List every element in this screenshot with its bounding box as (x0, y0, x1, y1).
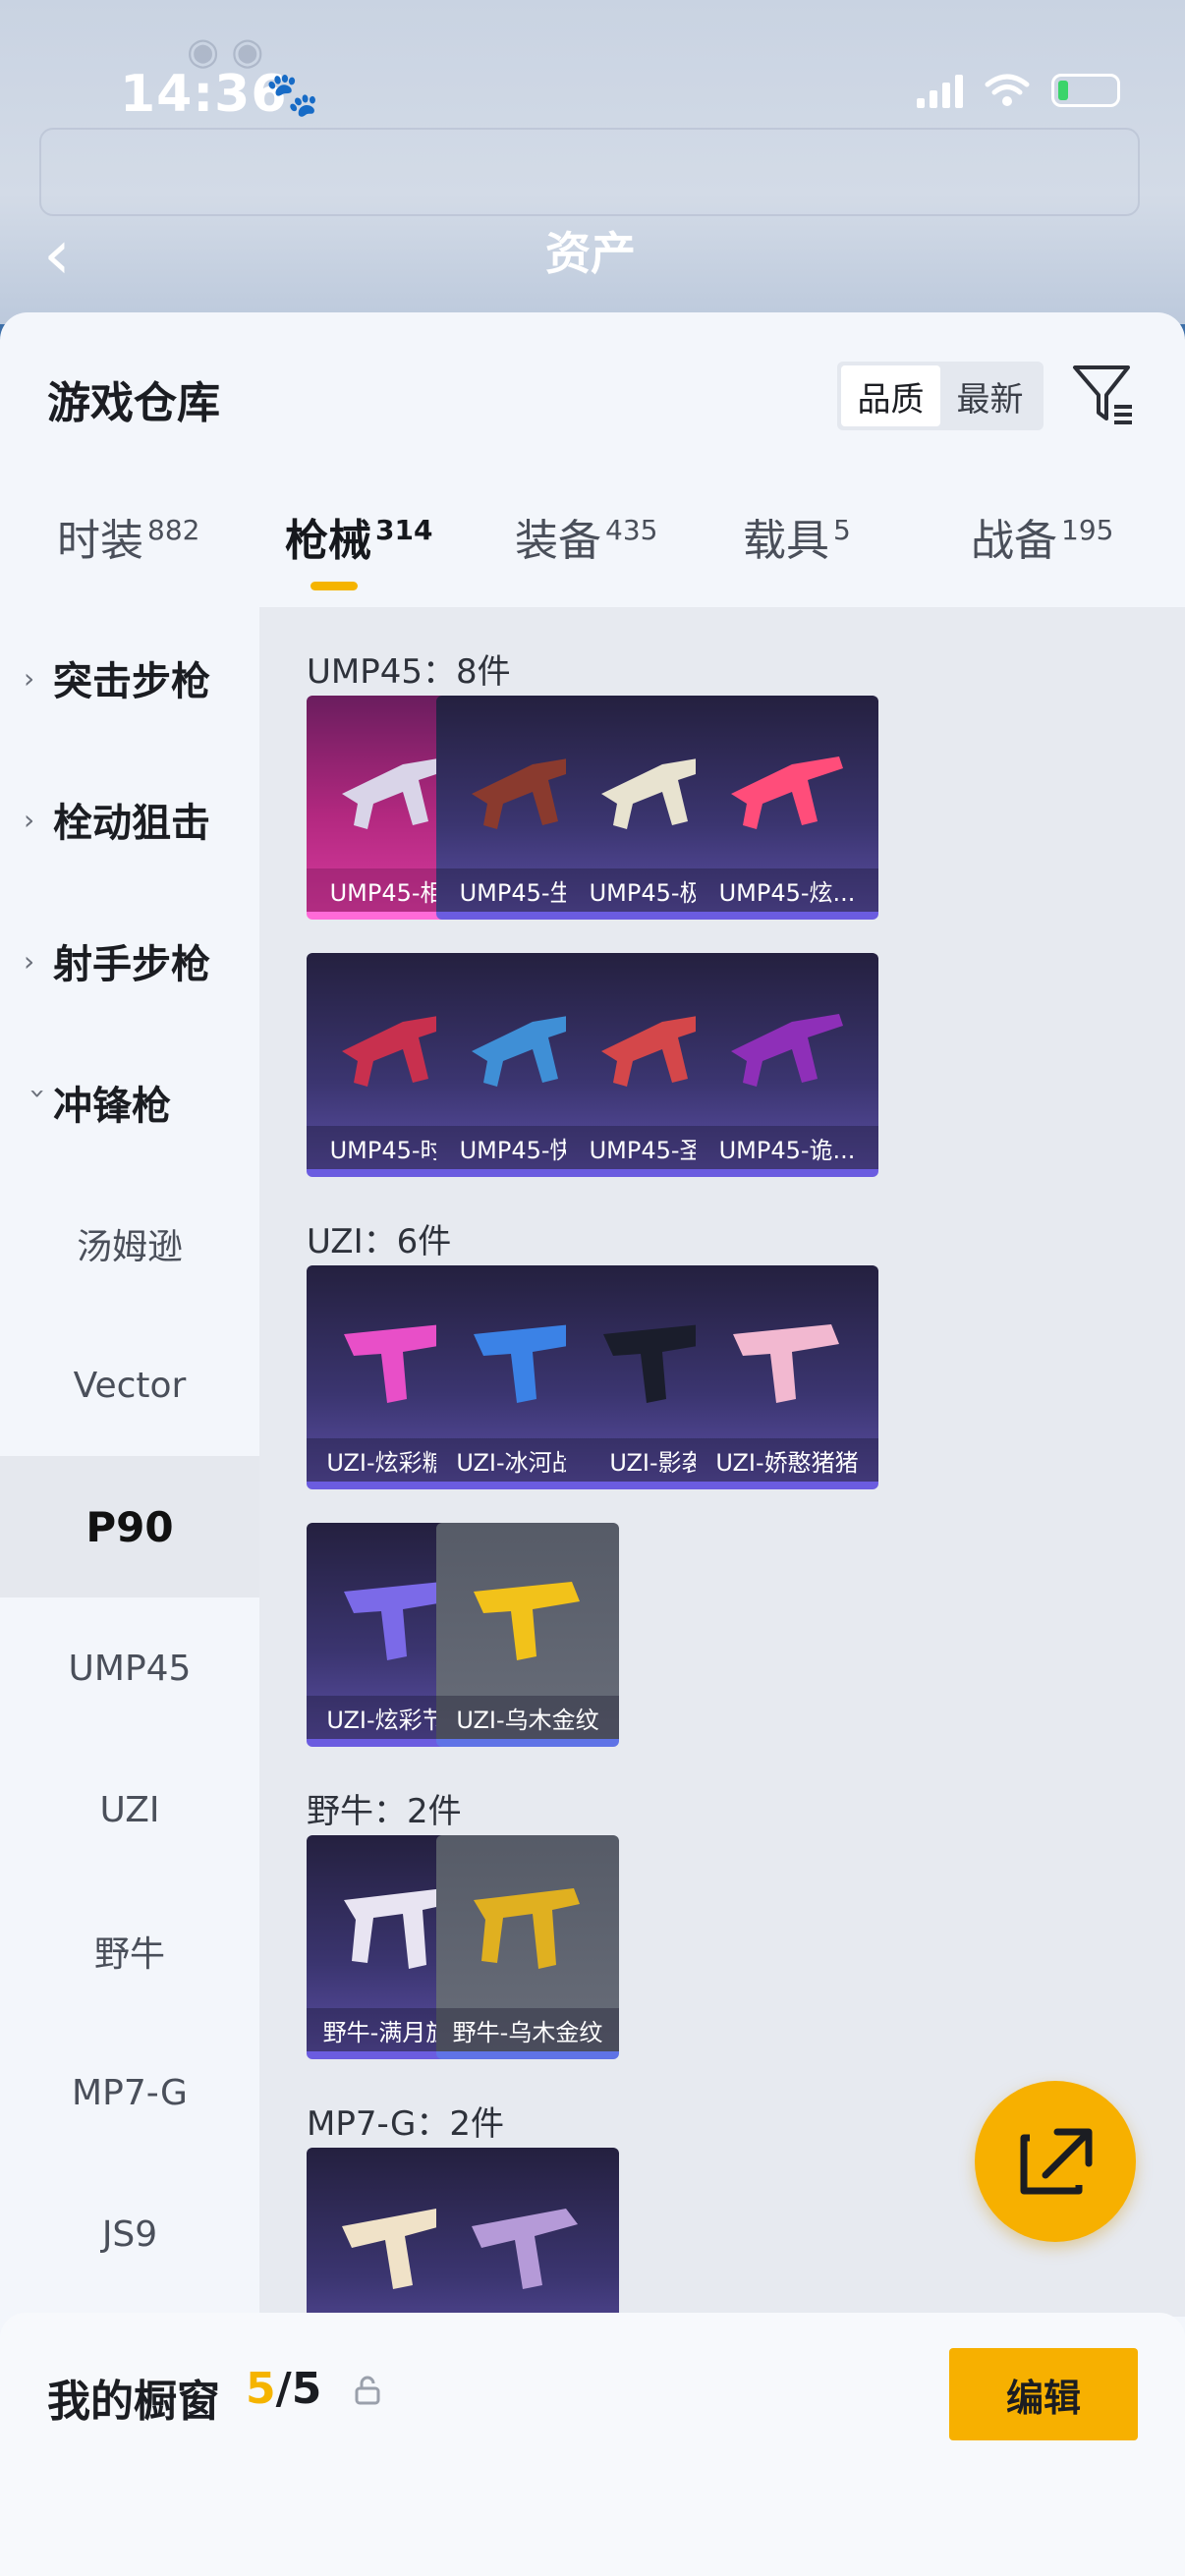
tab-fashion[interactable]: 时装 882 (57, 505, 199, 568)
sidebar-item-bizon[interactable]: 野牛 (0, 1880, 259, 2022)
weapon-card[interactable] (436, 2148, 619, 2317)
paw-icon: 🐾 (265, 70, 319, 120)
group-title-mp7g: MP7-G：2件 (307, 2104, 504, 2144)
gun-icon (472, 2209, 578, 2289)
sidebar-category-marksman-rifle[interactable]: › 射手步枪 (0, 890, 259, 1032)
sidebar-item-vector[interactable]: Vector (0, 1315, 259, 1456)
chevron-right-icon: › (24, 803, 35, 836)
sidebar-category-label: 突击步枪 (53, 659, 210, 704)
tab-label: 时装 (57, 516, 143, 566)
gun-icon (731, 756, 843, 829)
sidebar-item-p90[interactable]: P90 (0, 1456, 259, 1597)
sidebar-category-assault-rifle[interactable]: › 突击步枪 (0, 607, 259, 749)
tab-equipment[interactable]: 装备 435 (515, 505, 657, 568)
sort-option-newest[interactable]: 最新 (940, 365, 1040, 426)
sidebar-category-smg[interactable]: › 冲锋枪 (0, 1032, 259, 1173)
weapon-grid: UMP45：8件 5级 UMP45-相... UMP45-生... UMP45-… (259, 607, 1185, 2317)
lock-icon (355, 2376, 380, 2405)
tab-count: 314 (375, 514, 433, 547)
tab-count: 5 (833, 514, 851, 547)
sort-toggle: 品质 最新 (837, 362, 1044, 430)
showcase-separator: / (275, 2364, 292, 2414)
status-time: 14:36 (120, 65, 288, 124)
status-icons (917, 73, 1120, 108)
back-arrow-icon[interactable]: ‹ (43, 214, 71, 295)
tab-label: 载具 (743, 516, 829, 566)
gun-icon (731, 1014, 843, 1087)
weapon-card[interactable]: UZI-乌木金纹 (436, 1523, 619, 1747)
sidebar-category-label: 冲锋枪 (53, 1084, 171, 1129)
showcase-title: 我的橱窗 (47, 2377, 220, 2427)
weapon-card[interactable]: 野牛-乌木金纹 (436, 1835, 619, 2059)
weapon-sidebar: › 突击步枪 › 栓动狙击 › 射手步枪 › 冲锋枪 汤姆逊 Vector P9… (0, 607, 259, 2576)
chevron-right-icon: › (24, 661, 35, 695)
tab-count: 882 (147, 514, 200, 547)
showcase-current: 5 (246, 2364, 276, 2414)
tab-label: 枪械 (285, 516, 371, 566)
weapon-card[interactable]: UMP45-诡... (696, 953, 878, 1177)
edit-button[interactable]: 编辑 (949, 2348, 1138, 2440)
sidebar-category-label: 栓动狙击 (53, 801, 210, 846)
signal-icon (917, 73, 963, 108)
gun-icon (733, 1324, 839, 1403)
tab-gear[interactable]: 战备 195 (971, 505, 1113, 568)
tab-count: 435 (605, 514, 658, 547)
sidebar-item-ump45[interactable]: UMP45 (0, 1597, 259, 1739)
gun-icon (474, 1582, 580, 1660)
gun-icon (474, 1888, 580, 1969)
weapon-card[interactable]: UZI-娇憨猪猪 (696, 1265, 878, 1489)
showcase-total: 5 (291, 2364, 322, 2414)
filter-icon[interactable] (1071, 362, 1136, 426)
sidebar-item-mp7g[interactable]: MP7-G (0, 2022, 259, 2163)
group-title-bizon: 野牛：2件 (307, 1792, 462, 1831)
weapon-name: UMP45-诡... (696, 1126, 878, 1169)
sidebar-item-js9[interactable]: JS9 (0, 2163, 259, 2305)
sidebar-category-bolt-sniper[interactable]: › 栓动狙击 (0, 749, 259, 890)
battery-icon (1051, 74, 1120, 107)
share-button[interactable] (975, 2081, 1136, 2242)
group-title-uzi: UZI：6件 (307, 1222, 452, 1261)
background-stats-row (39, 128, 1140, 216)
tab-count: 195 (1061, 514, 1114, 547)
group-title-ump45: UMP45：8件 (307, 652, 511, 692)
tab-firearms[interactable]: 枪械 314 (285, 505, 432, 568)
showcase-count: 5/5 (246, 2364, 321, 2414)
sidebar-item-thompson[interactable]: 汤姆逊 (0, 1173, 259, 1315)
page-title: 资产 (545, 227, 636, 280)
sort-option-quality[interactable]: 品质 (841, 365, 940, 426)
background-header: ◉ ◉ 14:36 🐾 ‹ 资产 (0, 0, 1185, 324)
sidebar-item-uzi[interactable]: UZI (0, 1739, 259, 1880)
weapon-name: UMP45-炫... (696, 868, 878, 912)
wifi-icon (985, 74, 1030, 106)
tab-label: 战备 (971, 516, 1057, 566)
weapon-name: UZI-娇憨猪猪 (696, 1438, 878, 1482)
active-tab-indicator (310, 582, 358, 590)
weapon-name: UZI-乌木金纹 (436, 1696, 619, 1739)
tab-label: 装备 (515, 516, 601, 566)
chevron-down-icon: › (22, 1088, 55, 1099)
share-icon (1020, 2128, 1093, 2195)
category-tabs: 时装 882 枪械 314 装备 435 载具 5 战备 195 (0, 505, 1185, 613)
weapon-name: 野牛-乌木金纹 (436, 2008, 619, 2051)
showcase-bar: 我的橱窗 5/5 编辑 (0, 2313, 1185, 2576)
tab-vehicles[interactable]: 载具 5 (743, 505, 851, 568)
chevron-right-icon: › (24, 944, 35, 978)
warehouse-title: 游戏仓库 (47, 378, 220, 428)
sidebar-category-label: 射手步枪 (53, 942, 210, 987)
weapon-card[interactable]: UMP45-炫... (696, 696, 878, 920)
